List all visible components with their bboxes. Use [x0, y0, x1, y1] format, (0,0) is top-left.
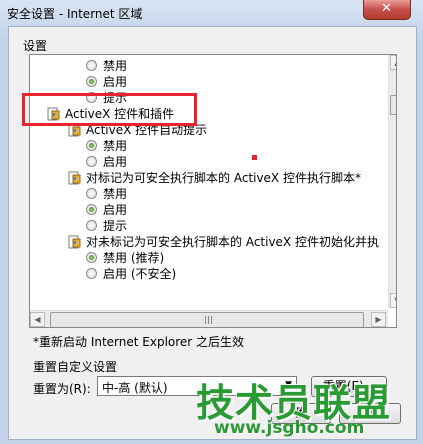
radio-option-label: 启用: [103, 75, 128, 89]
restart-note: *重新启动 Internet Explorer 之后生效: [33, 335, 245, 349]
watermark: 技术员联盟 www.jsgho.com: [196, 372, 416, 444]
settings-section-label: 对标记为可安全执行脚本的 ActiveX 控件执行脚本*: [86, 171, 361, 185]
scroll-down-icon[interactable]: ▼: [390, 293, 396, 308]
radio-option-label: 禁用: [103, 139, 128, 153]
close-button[interactable]: ✕: [363, 0, 411, 20]
radio-option-label: 禁用: [103, 187, 128, 201]
vertical-scrollbar[interactable]: ▲ ▼: [388, 55, 396, 308]
watermark-url: www.jsgho.com: [214, 418, 365, 438]
scroll-up-icon[interactable]: ▲: [390, 55, 396, 70]
horizontal-scroll-thumb[interactable]: [50, 312, 364, 327]
radio-option-label: 提示: [103, 219, 128, 233]
security-settings-window: 安全设置 - Internet 区域 ✕ 设置 禁用 启用 提示 ActiveX 控件…: [0, 0, 423, 444]
close-icon: ✕: [381, 1, 392, 16]
reset-to-label: 重置为(R):: [33, 382, 91, 396]
settings-group-label: 设置: [23, 39, 48, 53]
settings-page-icon: [68, 171, 81, 185]
radio-option-label: 禁用: [103, 59, 128, 73]
scroll-left-icon[interactable]: ◀: [30, 312, 45, 327]
radio-option-label: 禁用 (推荐): [103, 251, 165, 265]
reset-group-label: 重置自定义设置: [33, 360, 118, 374]
radio-option-label: 启用: [103, 203, 128, 217]
radio-checked-icon[interactable]: [86, 140, 97, 151]
radio-unchecked-icon[interactable]: [86, 60, 97, 71]
vertical-scroll-thumb[interactable]: [390, 95, 396, 115]
radio-unchecked-icon[interactable]: [86, 220, 97, 231]
radio-option-label: 启用: [103, 155, 128, 169]
highlight-box: [22, 93, 197, 126]
radio-checked-icon[interactable]: [86, 252, 97, 263]
radio-unchecked-icon[interactable]: [86, 188, 97, 199]
radio-checked-icon[interactable]: [86, 204, 97, 215]
red-marker: [252, 155, 257, 160]
title-bar: 安全设置 - Internet 区域 ✕: [0, 0, 423, 26]
settings-section-label: 对未标记为可安全执行脚本的 ActiveX 控件初始化并执: [86, 235, 379, 249]
radio-option-label: 启用 (不安全): [103, 267, 177, 281]
radio-unchecked-icon[interactable]: [86, 268, 97, 279]
scroll-right-icon[interactable]: ▶: [371, 312, 386, 327]
radio-checked-icon[interactable]: [86, 76, 97, 87]
settings-page-icon: [68, 235, 81, 249]
scroll-grip-icon: [205, 316, 213, 324]
window-title: 安全设置 - Internet 区域: [7, 7, 143, 21]
radio-unchecked-icon[interactable]: [86, 156, 97, 167]
horizontal-scrollbar[interactable]: ◀ ▶: [30, 310, 388, 327]
security-level-value: 中-高 (默认): [102, 381, 168, 395]
